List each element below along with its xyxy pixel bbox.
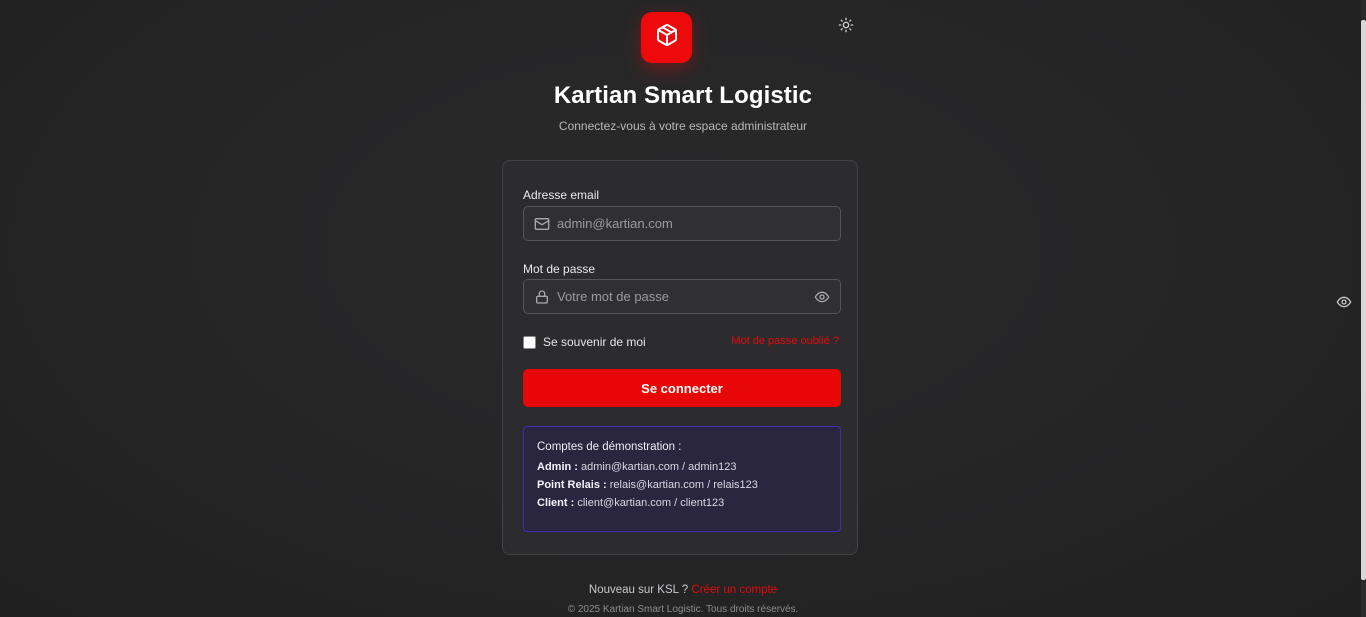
mail-icon [534,216,550,232]
password-input[interactable] [557,280,813,313]
theme-toggle-button[interactable] [836,17,856,37]
email-label: Adresse email [523,188,600,202]
demo-account-credentials: admin@kartian.com / admin123 [581,461,737,473]
page-title: Kartian Smart Logistic [553,82,813,109]
demo-account-role: Client : [537,497,575,509]
package-icon [655,23,679,52]
signup-prompt: Nouveau sur KSL ? Créer un compte [0,584,1366,596]
copyright: © 2025 Kartian Smart Logistic. Tous droi… [567,604,799,615]
app-logo [641,12,692,63]
demo-account-credentials: client@kartian.com / client123 [577,497,725,509]
demo-account-row: Client : client@kartian.com / client123 [537,497,827,509]
remember-me-checkbox[interactable] [523,335,536,349]
show-password-eye-icon[interactable] [813,288,831,306]
demo-accounts-box: Comptes de démonstration : Admin : admin… [523,426,841,532]
page-subtitle: Connectez-vous à votre espace administra… [558,119,808,133]
demo-account-row: Point Relais : relais@kartian.com / rela… [537,479,827,491]
demo-account-credentials: relais@kartian.com / relais123 [609,479,758,491]
password-field[interactable] [523,279,841,314]
lock-icon [534,289,550,305]
login-button[interactable]: Se connecter [523,369,841,407]
email-field[interactable] [523,206,841,241]
create-account-link[interactable]: Créer un compte [691,584,777,596]
demo-account-role: Point Relais : [537,479,607,491]
password-label: Mot de passe [523,262,596,276]
remember-me-label: Se souvenir de moi [543,335,646,349]
email-input[interactable] [557,207,840,240]
remember-me[interactable]: Se souvenir de moi [523,335,646,349]
demo-accounts-title: Comptes de démonstration : [537,441,682,453]
signup-prompt-text: Nouveau sur KSL ? [588,584,689,596]
demo-account-role: Admin : [537,461,578,473]
eye-icon[interactable] [1335,293,1353,311]
forgot-password-link[interactable]: Mot de passe oublié ? [731,335,839,347]
demo-account-row: Admin : admin@kartian.com / admin123 [537,461,827,473]
login-card: Adresse email Mot de passe [502,160,858,555]
sun-icon [838,17,854,38]
login-page: Kartian Smart Logistic Connectez-vous à … [0,0,1366,617]
